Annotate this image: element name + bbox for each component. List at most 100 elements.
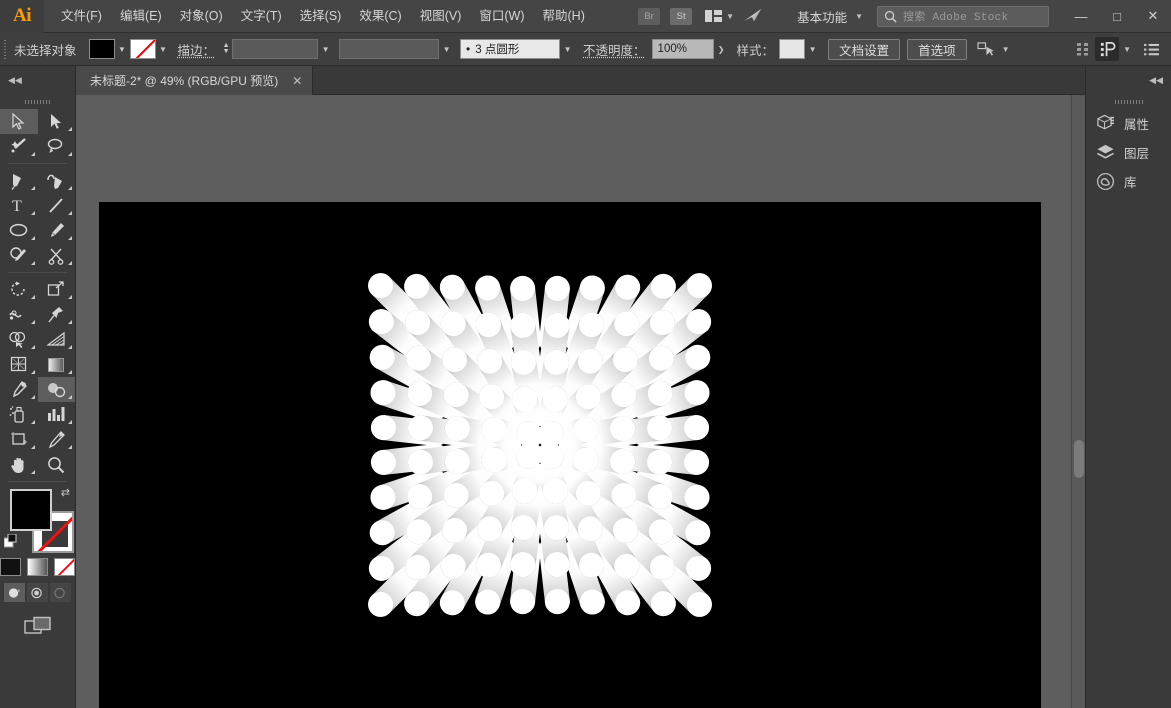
opacity-flyout-icon[interactable]: ❯ xyxy=(714,39,729,59)
workspace-label[interactable]: 基本功能 xyxy=(797,7,847,26)
artboard[interactable] xyxy=(99,202,1041,708)
stroke-weight-dropdown-icon[interactable]: ▼ xyxy=(318,39,333,59)
menu-file[interactable]: 文件(F) xyxy=(52,0,111,33)
selection-tool[interactable] xyxy=(0,109,38,134)
panel-libraries[interactable]: 库 xyxy=(1086,167,1171,196)
scissors-tool[interactable] xyxy=(38,243,76,268)
panel-properties[interactable]: 属性 xyxy=(1086,109,1171,138)
column-graph-tool[interactable] xyxy=(38,402,76,427)
scale-tool[interactable] xyxy=(38,277,76,302)
close-button[interactable]: ✕ xyxy=(1135,0,1171,33)
bridge-icon[interactable]: Br xyxy=(638,8,660,25)
close-icon[interactable]: ✕ xyxy=(292,74,302,88)
rotate-tool[interactable] xyxy=(0,277,38,302)
menu-edit[interactable]: 编辑(E) xyxy=(111,0,171,33)
arrange-documents-button[interactable]: ▼ xyxy=(705,10,734,22)
slice-tool[interactable] xyxy=(38,427,76,452)
control-bar-grip[interactable] xyxy=(0,33,10,66)
line-segment-tool[interactable] xyxy=(38,193,76,218)
opacity-field[interactable]: 100% xyxy=(652,39,714,59)
minimize-button[interactable]: — xyxy=(1063,0,1099,33)
opacity-label[interactable]: 不透明度： xyxy=(583,40,646,59)
canvas-area[interactable] xyxy=(76,95,1085,708)
stroke-profile-dropdown-icon[interactable]: ▼ xyxy=(439,39,454,59)
symbol-sprayer-tool[interactable] xyxy=(0,402,38,427)
dots-grid-icon xyxy=(1076,42,1090,56)
none-button[interactable] xyxy=(54,558,75,576)
lasso-tool[interactable] xyxy=(38,134,76,159)
workspace-chevron-icon[interactable]: ▼ xyxy=(855,12,863,21)
properties-chevron-icon[interactable]: ▼ xyxy=(1123,45,1131,54)
maximize-button[interactable]: □ xyxy=(1099,0,1135,33)
preferences-button[interactable]: 首选项 xyxy=(907,39,967,60)
paintbrush-tool[interactable] xyxy=(38,218,76,243)
shape-builder-tool[interactable] xyxy=(0,327,38,352)
graphic-style-swatch[interactable] xyxy=(779,39,805,59)
tools-panel-grip[interactable] xyxy=(0,95,75,109)
hand-tool[interactable] xyxy=(0,452,38,477)
fill-dropdown-icon[interactable]: ▼ xyxy=(115,39,130,59)
menu-type[interactable]: 文字(T) xyxy=(232,0,291,33)
panel-layers[interactable]: 图层 xyxy=(1086,138,1171,167)
eyedropper-tool[interactable] xyxy=(0,377,38,402)
blend-tool[interactable] xyxy=(38,377,76,402)
stroke-weight-stepper[interactable]: ▲▼ xyxy=(220,39,232,59)
collapse-toolbar-button[interactable]: ◀◀ xyxy=(0,66,76,95)
brush-dropdown-icon[interactable]: ▼ xyxy=(560,39,575,59)
stock-search-input[interactable]: 搜索 Adobe Stock xyxy=(877,6,1049,27)
mesh-tool[interactable] xyxy=(0,352,38,377)
brush-definition-field[interactable]: • 3 点圆形 xyxy=(460,39,560,59)
style-dropdown-icon[interactable]: ▼ xyxy=(805,39,820,59)
share-boat-icon[interactable] xyxy=(743,8,763,24)
pen-tool[interactable] xyxy=(0,168,38,193)
default-fill-stroke-icon[interactable] xyxy=(4,534,19,549)
stroke-weight-field[interactable] xyxy=(232,39,318,59)
gradient-button[interactable] xyxy=(27,558,48,576)
stroke-profile-field[interactable] xyxy=(339,39,439,59)
arrange-grid-icon xyxy=(705,10,722,22)
free-transform-tool[interactable] xyxy=(38,302,76,327)
more-options-button[interactable] xyxy=(1071,37,1095,61)
menu-help[interactable]: 帮助(H) xyxy=(534,0,594,33)
perspective-grid-tool[interactable] xyxy=(38,327,76,352)
menu-effect[interactable]: 效果(C) xyxy=(350,0,410,33)
align-to-button[interactable] xyxy=(974,37,998,61)
stroke-dropdown-icon[interactable]: ▼ xyxy=(156,39,171,59)
right-dock-grip[interactable] xyxy=(1086,95,1171,109)
menu-object[interactable]: 对象(O) xyxy=(171,0,232,33)
draw-inside-button[interactable] xyxy=(50,583,71,602)
artwork-radial-capsules[interactable] xyxy=(355,260,725,630)
width-tool[interactable] xyxy=(0,302,38,327)
draw-normal-button[interactable] xyxy=(4,583,25,602)
gradient-tool[interactable] xyxy=(38,352,76,377)
document-setup-button[interactable]: 文档设置 xyxy=(828,39,900,60)
curvature-tool[interactable] xyxy=(38,168,76,193)
stroke-color-swatch[interactable] xyxy=(130,39,156,59)
menu-select[interactable]: 选择(S) xyxy=(291,0,351,33)
stroke-weight-label[interactable]: 描边： xyxy=(178,40,216,59)
type-tool[interactable]: T xyxy=(0,193,38,218)
magic-wand-tool[interactable] xyxy=(0,134,38,159)
swap-fill-stroke-icon[interactable]: ⇄ xyxy=(61,486,70,499)
artboard-tool[interactable] xyxy=(0,427,38,452)
align-chevron-icon[interactable]: ▼ xyxy=(1002,45,1010,54)
shaper-tool[interactable] xyxy=(0,243,38,268)
fill-swatch[interactable] xyxy=(10,489,52,531)
direct-selection-tool[interactable] xyxy=(38,109,76,134)
vertical-scrollbar-thumb[interactable] xyxy=(1074,440,1084,478)
vertical-scrollbar[interactable] xyxy=(1071,95,1085,708)
panel-properties-label: 属性 xyxy=(1124,114,1149,133)
document-tab[interactable]: 未标题-2* @ 49% (RGB/GPU 预览) ✕ xyxy=(76,66,313,95)
screen-mode-button[interactable] xyxy=(0,616,75,636)
properties-toggle-button[interactable] xyxy=(1095,37,1119,61)
color-button[interactable] xyxy=(0,558,21,576)
menu-window[interactable]: 窗口(W) xyxy=(470,0,533,33)
stock-icon[interactable]: St xyxy=(670,8,692,25)
draw-behind-button[interactable] xyxy=(27,583,48,602)
fill-color-swatch[interactable] xyxy=(89,39,115,59)
zoom-tool[interactable] xyxy=(38,452,76,477)
collapse-right-dock-button[interactable]: ◀◀ xyxy=(1085,66,1171,95)
control-panel-menu-button[interactable] xyxy=(1139,37,1163,61)
menu-view[interactable]: 视图(V) xyxy=(411,0,471,33)
ellipse-tool[interactable] xyxy=(0,218,38,243)
